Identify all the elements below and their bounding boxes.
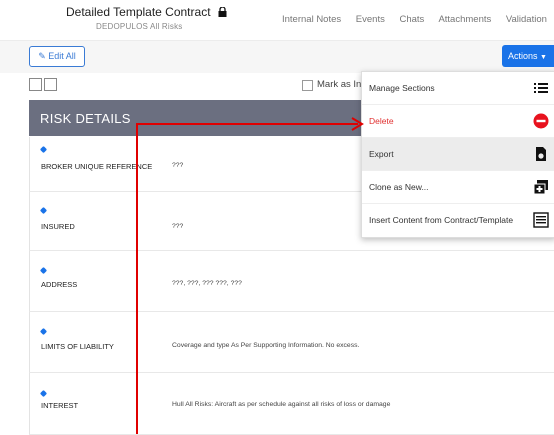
top-nav: Internal Notes Events Chats Attachments … [282, 14, 554, 25]
mark-incomplete-checkbox[interactable] [302, 80, 313, 91]
minus-circle-icon [533, 113, 549, 129]
annotation-arrowhead-icon [351, 117, 364, 131]
document-title: Detailed Template Contract [66, 5, 211, 19]
nav-validation[interactable]: Validation [506, 14, 547, 25]
menu-item-label: Delete [369, 116, 394, 126]
document-subtitle: DEDOPULOS All Risks [96, 22, 183, 31]
menu-item-insert-content[interactable]: Insert Content from Contract/Template [362, 204, 554, 237]
view-controls [29, 78, 59, 96]
tag-icon [39, 327, 48, 336]
mark-incomplete-label: Mark as Incomplete [317, 79, 362, 90]
edit-all-label: Edit All [48, 51, 76, 61]
table-row: ADDRESS ???, ???, ??? ???, ??? [29, 251, 554, 312]
menu-item-export[interactable]: Export [362, 138, 554, 171]
nav-chats[interactable]: Chats [399, 14, 424, 25]
row-label: INSURED [41, 222, 75, 231]
nav-events[interactable]: Events [356, 14, 385, 25]
menu-item-manage-sections[interactable]: Manage Sections [362, 72, 554, 105]
document-title-wrap: Detailed Template Contract [66, 5, 227, 20]
annotation-arrow-vertical [136, 124, 138, 434]
tag-icon [39, 266, 48, 275]
align-left-icon[interactable] [29, 78, 42, 91]
row-value: ???, ???, ??? ???, ??? [172, 280, 242, 287]
edit-all-button[interactable]: ✎ Edit All [29, 46, 85, 67]
list-icon [534, 83, 548, 93]
caret-down-icon: ▼ [540, 54, 547, 61]
lock-icon [218, 6, 227, 20]
menu-item-delete[interactable]: Delete [362, 105, 554, 138]
actions-dropdown-menu: Manage Sections Delete Export Clone as N… [361, 71, 554, 238]
nav-internal-notes[interactable]: Internal Notes [282, 14, 341, 25]
row-label: INTEREST [41, 401, 79, 410]
menu-item-label: Manage Sections [369, 83, 435, 93]
menu-item-label: Clone as New... [369, 182, 429, 192]
row-value: ??? [172, 223, 184, 230]
row-label: ADDRESS [41, 280, 78, 289]
tag-icon [39, 206, 48, 215]
section-title: RISK DETAILS [40, 111, 131, 126]
menu-item-label: Insert Content from Contract/Template [369, 215, 514, 225]
annotation-arrow-horizontal [136, 123, 358, 125]
nav-attachments[interactable]: Attachments [438, 14, 491, 25]
align-justify-icon[interactable] [44, 78, 57, 91]
file-export-icon [536, 147, 546, 161]
table-row: INTEREST Hull All Risks: Aircraft as per… [29, 373, 554, 435]
edit-icon: ✎ [38, 51, 46, 61]
row-value: Hull All Risks: Aircraft as per schedule… [172, 401, 391, 408]
menu-item-label: Export [369, 149, 394, 159]
menu-item-clone[interactable]: Clone as New... [362, 171, 554, 204]
actions-button[interactable]: Actions ▼ [502, 45, 554, 67]
tag-icon [39, 145, 48, 154]
insert-content-icon [533, 212, 549, 228]
actions-label: Actions [508, 51, 538, 61]
clone-icon [533, 180, 548, 195]
row-value: Coverage and type As Per Supporting Info… [172, 342, 360, 349]
table-row: LIMITS OF LIABILITY Coverage and type As… [29, 312, 554, 373]
row-value: ??? [172, 162, 184, 169]
row-label: LIMITS OF LIABILITY [41, 342, 114, 351]
tag-icon [39, 389, 48, 398]
